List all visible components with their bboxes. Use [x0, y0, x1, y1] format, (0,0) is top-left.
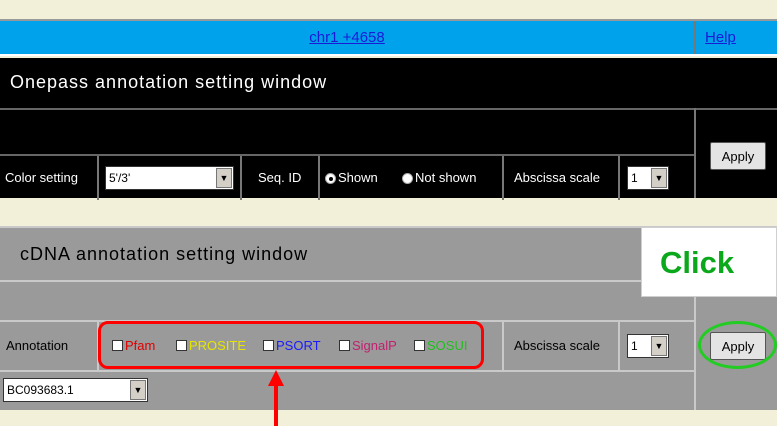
callout-text: Click — [660, 245, 735, 280]
cdna-title: cDNA annotation setting window — [20, 244, 309, 264]
divider — [694, 21, 696, 54]
onepass-title: Onepass annotation setting window — [10, 72, 328, 92]
radio-shown-option[interactable]: Shown — [325, 170, 378, 185]
color-setting-value: 5'/3' — [109, 171, 131, 185]
location-link[interactable]: chr1 +4658 — [309, 29, 384, 46]
chevron-down-icon: ▼ — [651, 168, 667, 188]
onepass-blank-row — [0, 108, 694, 154]
divider — [240, 156, 242, 200]
accession-select[interactable]: BC093683.1 ▼ — [3, 378, 148, 402]
chevron-down-icon: ▼ — [651, 336, 667, 356]
cdna-title-row: cDNA annotation setting window — [0, 226, 694, 280]
radio-shown-icon[interactable] — [325, 173, 336, 185]
onepass-settings-row: Color setting 5'/3' ▼ Seq. ID Shown Not … — [0, 154, 694, 200]
callout-box: Click — [641, 227, 777, 297]
annotation-label: Annotation — [6, 338, 69, 353]
color-setting-label: Color setting — [5, 170, 78, 185]
divider — [502, 156, 504, 200]
up-arrow-icon — [268, 370, 284, 426]
radio-not-shown-option[interactable]: Not shown — [402, 170, 476, 185]
cdna-abscissa-scale-value: 1 — [631, 339, 638, 353]
abscissa-scale-label: Abscissa scale — [514, 170, 600, 185]
color-setting-select[interactable]: 5'/3' ▼ — [105, 166, 234, 190]
radio-not-shown-icon[interactable] — [402, 173, 413, 185]
chevron-down-icon: ▼ — [216, 168, 232, 188]
top-bar: chr1 +4658 Help — [0, 19, 777, 56]
cdna-abscissa-scale-select[interactable]: 1 ▼ — [627, 334, 669, 358]
location-cell: chr1 +4658 — [0, 21, 694, 54]
accession-value: BC093683.1 — [7, 383, 74, 397]
help-cell: Help — [705, 21, 736, 54]
cdna-blank-row — [0, 280, 694, 320]
highlight-apply-ellipse — [698, 321, 777, 369]
divider — [318, 156, 320, 200]
help-link[interactable]: Help — [705, 29, 736, 46]
onepass-apply-cell: Apply — [696, 108, 777, 198]
abscissa-scale-select[interactable]: 1 ▼ — [627, 166, 669, 190]
divider — [502, 322, 504, 372]
radio-shown-label: Shown — [338, 170, 378, 185]
cdna-abscissa-scale-label: Abscissa scale — [514, 338, 600, 353]
highlight-checkbox-group — [98, 321, 484, 369]
chevron-down-icon: ▼ — [130, 380, 146, 400]
onepass-title-right — [694, 58, 777, 108]
onepass-apply-button[interactable]: Apply — [710, 142, 766, 170]
abscissa-scale-value: 1 — [631, 171, 638, 185]
divider — [618, 322, 620, 372]
radio-not-shown-label: Not shown — [415, 170, 477, 185]
divider — [618, 156, 620, 200]
onepass-title-row: Onepass annotation setting window — [0, 58, 694, 108]
cdna-accession-row: BC093683.1 ▼ — [0, 370, 694, 410]
seq-id-label: Seq. ID — [258, 170, 302, 185]
divider — [97, 156, 99, 200]
